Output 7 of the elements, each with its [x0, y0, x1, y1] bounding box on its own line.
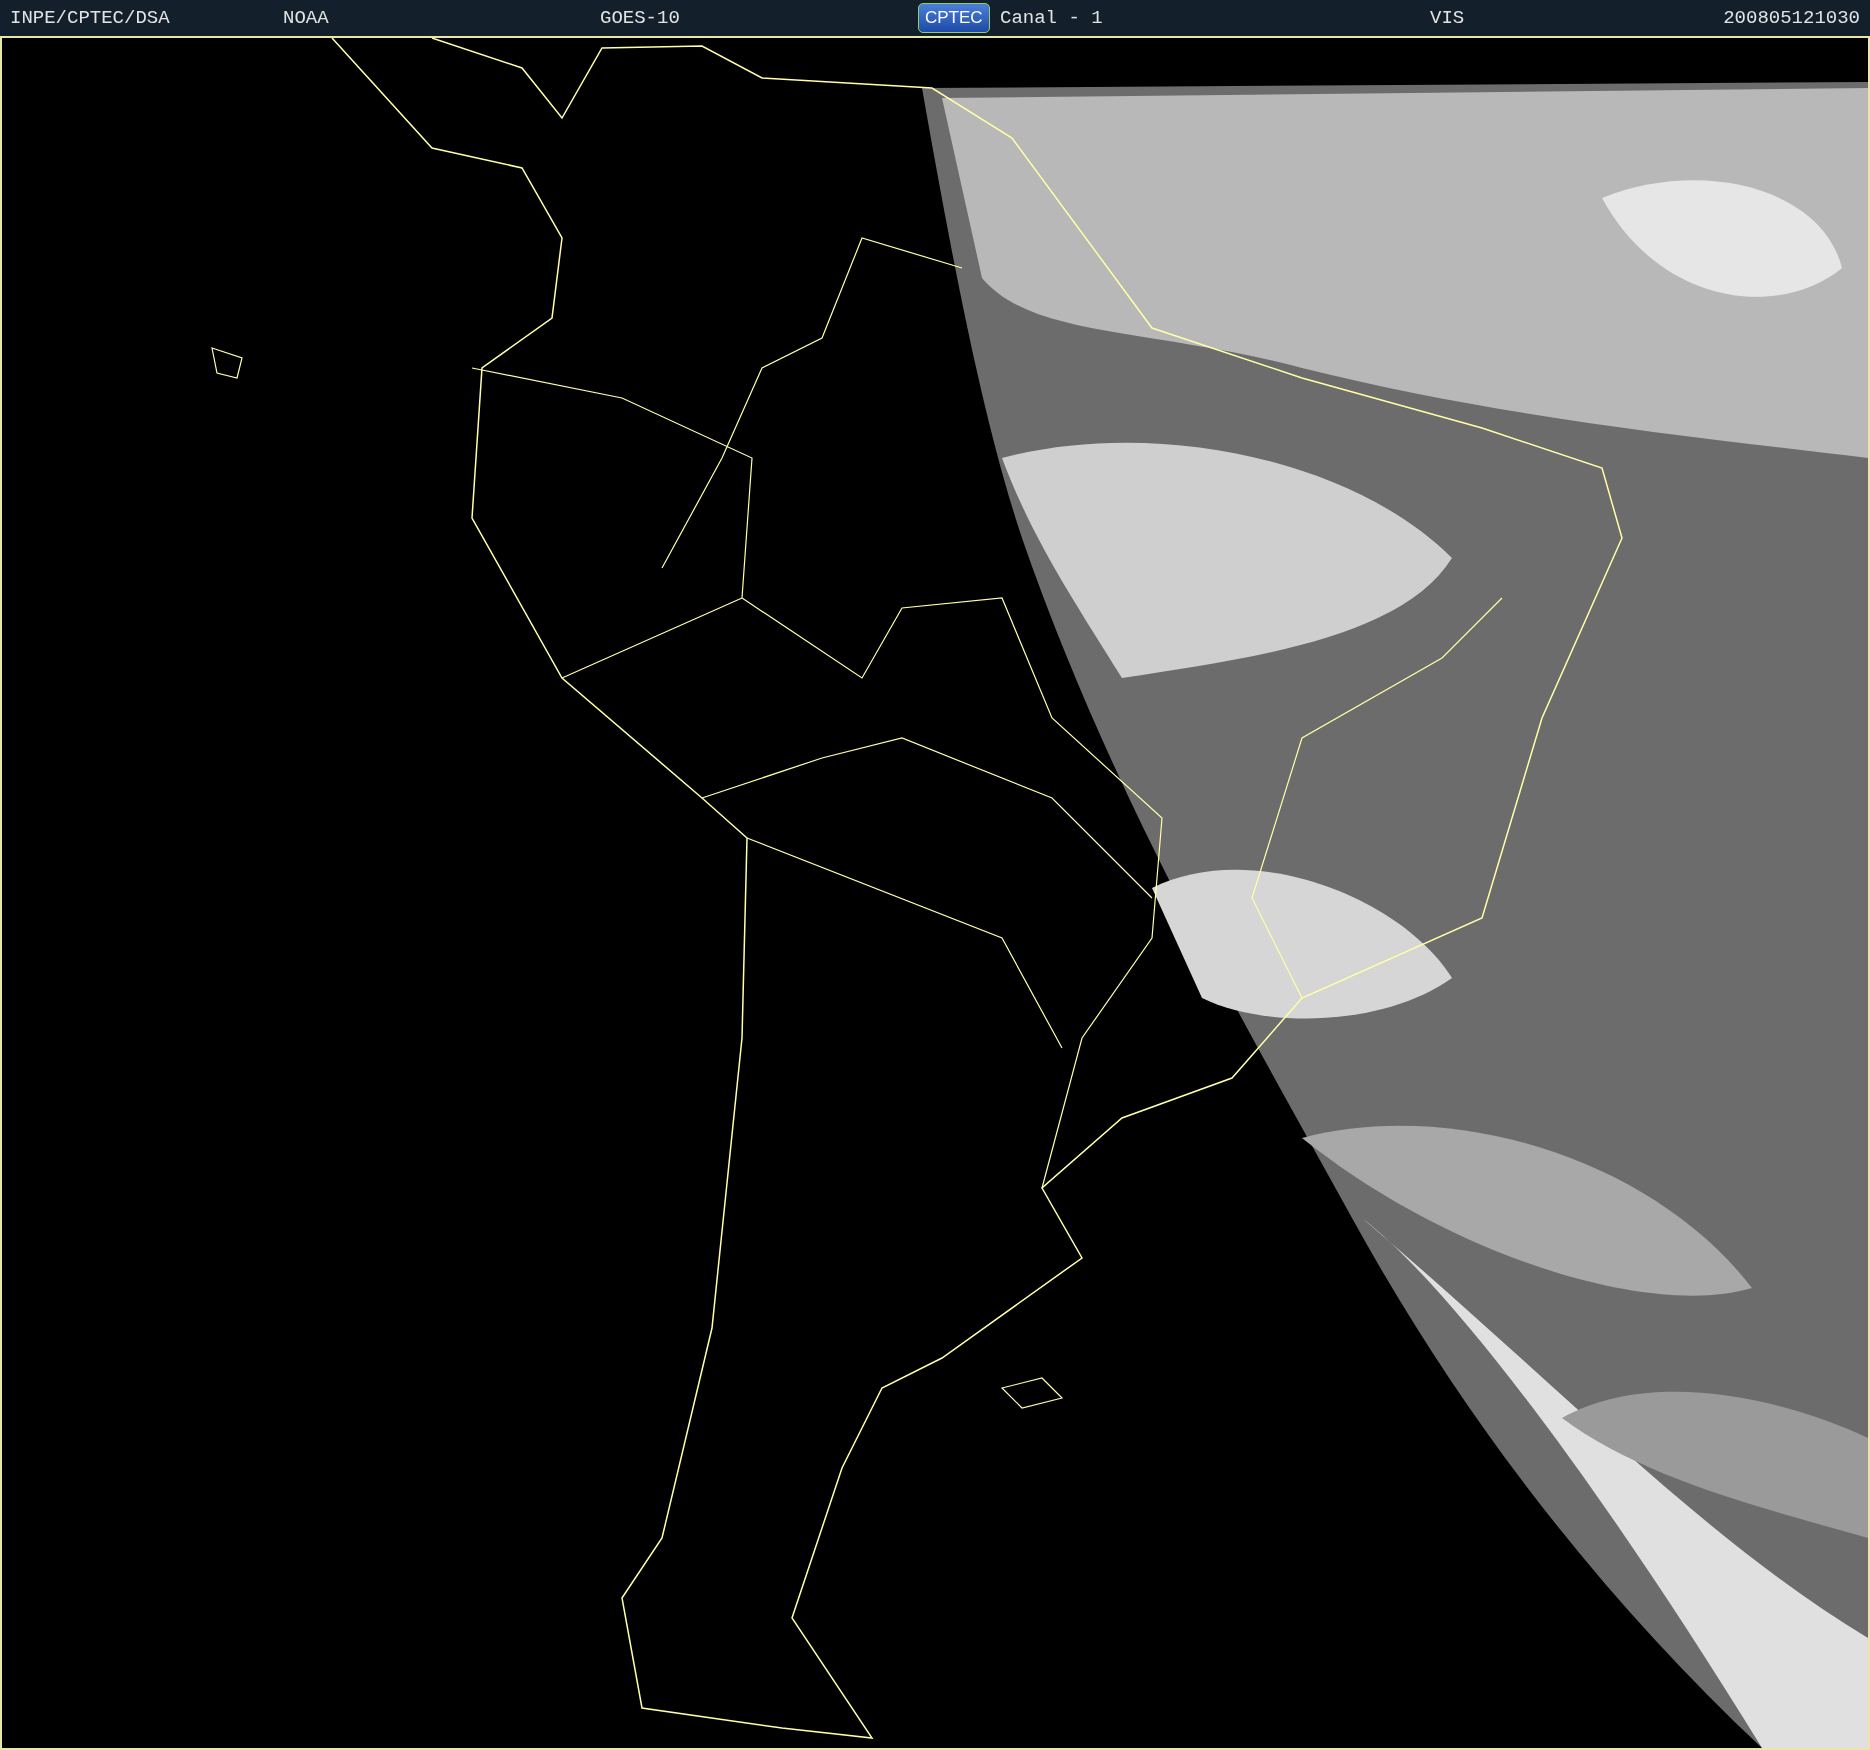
- header-label: 200805121030: [1723, 7, 1860, 29]
- header-label: NOAA: [283, 7, 330, 29]
- header-label: GOES-10: [600, 7, 681, 29]
- header-label: INPE/CPTEC/DSA: [10, 7, 171, 29]
- header-label: Canal - 1: [1000, 7, 1104, 29]
- logo: CPTEC: [918, 3, 990, 33]
- header-label: VIS: [1430, 7, 1466, 29]
